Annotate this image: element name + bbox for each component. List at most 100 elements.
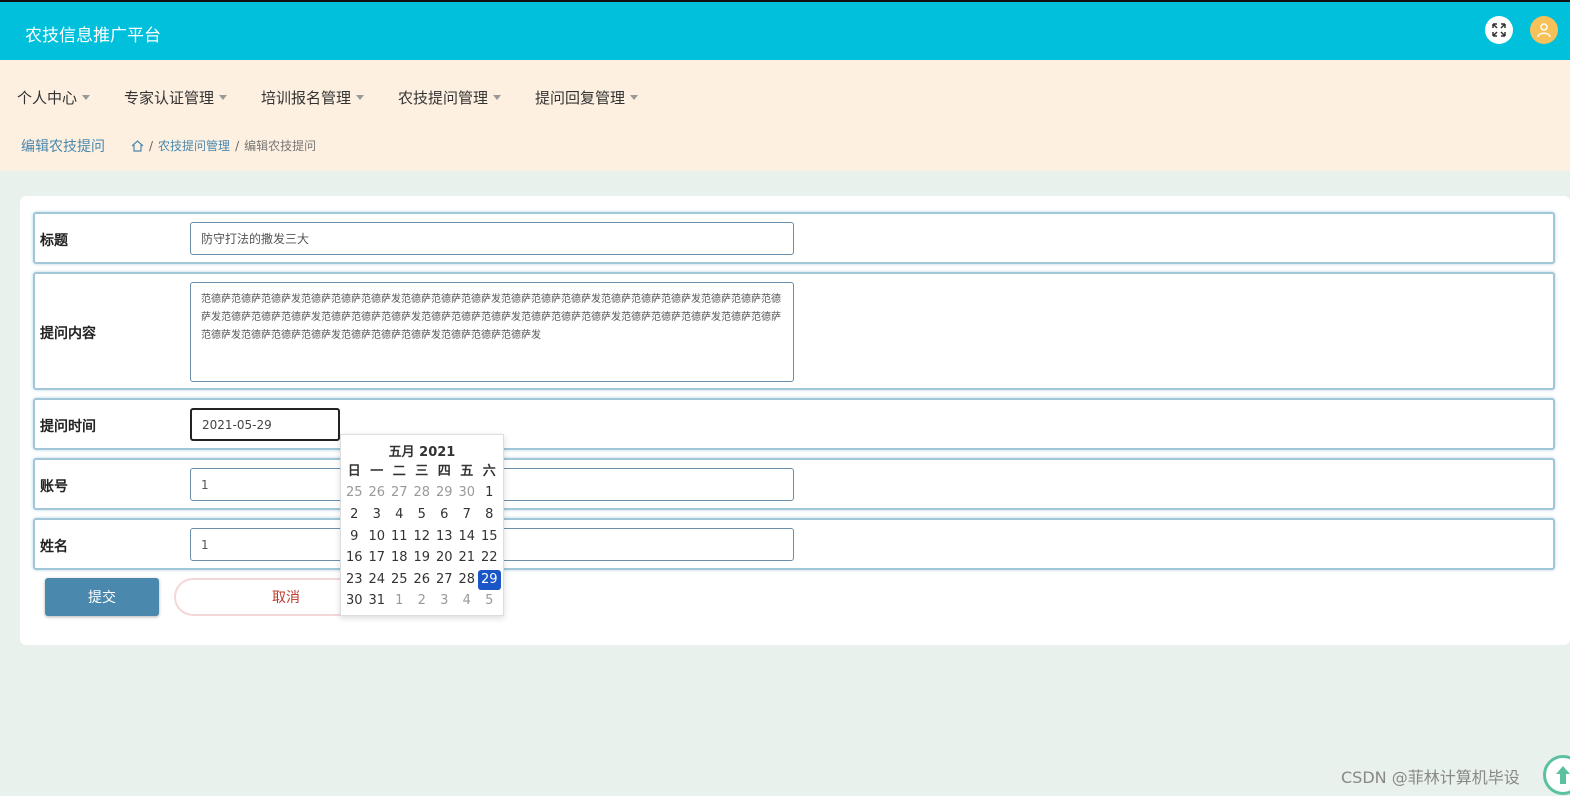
page-title: 编辑农技提问 (21, 139, 105, 155)
datepicker-day[interactable]: 15 (478, 527, 501, 547)
weekday-label: 四 (437, 463, 451, 479)
datepicker-day[interactable]: 22 (478, 548, 501, 568)
datepicker-day[interactable]: 31 (366, 591, 389, 611)
datepicker-day[interactable]: 4 (456, 591, 479, 611)
name-label: 姓名 (40, 539, 68, 555)
fullscreen-icon[interactable] (1485, 16, 1513, 44)
datepicker-day[interactable]: 9 (343, 527, 366, 547)
menu-personal-center[interactable]: 个人中心 (17, 87, 91, 108)
datepicker-day[interactable]: 25 (388, 570, 411, 590)
caret-down-icon (219, 95, 228, 100)
account-label: 账号 (40, 479, 68, 495)
menu-item-label: 农技提问管理 (398, 89, 489, 107)
form-row-content: 提问内容 范德萨范德萨范德萨发范德萨范德萨范德萨发范德萨范德萨范德萨发范德萨范德… (33, 272, 1555, 390)
datepicker-day[interactable]: 14 (456, 527, 479, 547)
datepicker-day[interactable]: 16 (343, 548, 366, 568)
breadcrumb-separator: / (235, 138, 240, 153)
breadcrumb-separator: / (149, 138, 154, 153)
weekday-label: 三 (415, 463, 429, 479)
weekday-label: 二 (392, 463, 406, 479)
datepicker-day-selected[interactable]: 29 (478, 569, 501, 590)
datepicker-day[interactable]: 26 (366, 483, 389, 503)
datepicker-month-header: 五月 2021 (388, 445, 456, 460)
breadcrumb-parent-link[interactable]: 农技提问管理 (158, 137, 230, 154)
menu-item-label: 专家认证管理 (124, 89, 215, 107)
caret-down-icon (630, 95, 639, 100)
time-label: 提问时间 (40, 419, 96, 435)
menu-training-signup[interactable]: 培训报名管理 (261, 87, 365, 108)
breadcrumb-current: 编辑农技提问 (244, 139, 317, 153)
caret-down-icon (493, 95, 502, 100)
content-textarea[interactable]: 范德萨范德萨范德萨发范德萨范德萨范德萨发范德萨范德萨范德萨发范德萨范德萨范德萨发… (190, 282, 794, 382)
datepicker-day[interactable]: 5 (478, 591, 501, 611)
question-time-input[interactable]: 2021-05-29 (190, 408, 340, 441)
datepicker-day[interactable]: 10 (366, 527, 389, 547)
datepicker-day[interactable]: 5 (411, 505, 434, 525)
datepicker-day[interactable]: 27 (388, 483, 411, 503)
datepicker-day[interactable]: 13 (433, 527, 456, 547)
form-row-name: 姓名 1 (33, 518, 1555, 570)
form-row-title: 标题 防守打法的撒发三大 (33, 212, 1555, 264)
user-icon (1537, 23, 1551, 38)
datepicker-day[interactable]: 21 (456, 548, 479, 568)
title-input[interactable]: 防守打法的撒发三大 (190, 222, 794, 255)
menu-reply-mgmt[interactable]: 提问回复管理 (535, 87, 639, 108)
weekday-label: 一 (370, 463, 384, 479)
datepicker-popup: 五月 2021 日一二三四五六 25 26 27 28 29 30 1 2 3 4 5 6 7 8 9 10 11… (340, 434, 504, 616)
app-title: 农技信息推广平台 (25, 26, 161, 46)
datepicker-day[interactable]: 20 (433, 548, 456, 568)
datepicker-day[interactable]: 3 (433, 591, 456, 611)
datepicker-day[interactable]: 24 (366, 570, 389, 590)
datepicker-day[interactable]: 19 (411, 548, 434, 568)
menu-expert-cert[interactable]: 专家认证管理 (124, 87, 228, 108)
nav-menu: 个人中心 专家认证管理 培训报名管理 农技提问管理 提问回复管理 (0, 60, 1570, 116)
datepicker-day[interactable]: 1 (478, 483, 501, 503)
datepicker-day[interactable]: 8 (478, 505, 501, 525)
datepicker-day[interactable]: 28 (456, 570, 479, 590)
datepicker-day[interactable]: 18 (388, 548, 411, 568)
datepicker-day[interactable]: 7 (456, 505, 479, 525)
datepicker-week-row: 2345678 (343, 504, 501, 526)
datepicker-day[interactable]: 4 (388, 505, 411, 525)
datepicker-day[interactable]: 2 (411, 591, 434, 611)
datepicker-day[interactable]: 12 (411, 527, 434, 547)
user-avatar-icon[interactable] (1530, 16, 1558, 44)
caret-down-icon (356, 95, 365, 100)
datepicker-day[interactable]: 2 (343, 505, 366, 525)
weekday-label: 五 (460, 463, 474, 479)
datepicker-day[interactable]: 27 (433, 570, 456, 590)
form-row-time: 提问时间 2021-05-29 (33, 398, 1555, 450)
fullscreen-icon-glyph (1492, 23, 1506, 37)
datepicker-day[interactable]: 3 (366, 505, 389, 525)
menu-item-label: 个人中心 (17, 89, 78, 107)
datepicker-day[interactable]: 23 (343, 570, 366, 590)
datepicker-day[interactable]: 29 (433, 483, 456, 503)
submit-button[interactable]: 提交 (45, 578, 159, 616)
datepicker-day[interactable]: 28 (411, 483, 434, 503)
datepicker-day[interactable]: 30 (456, 483, 479, 503)
arrow-up-glyph (1556, 766, 1570, 784)
weekday-label: 六 (482, 463, 496, 479)
datepicker-day[interactable]: 25 (343, 483, 366, 503)
arrow-up-icon[interactable] (1543, 755, 1570, 795)
caret-down-icon (82, 95, 91, 100)
datepicker-day[interactable]: 26 (411, 570, 434, 590)
home-icon[interactable] (131, 139, 144, 152)
datepicker-day[interactable]: 17 (366, 548, 389, 568)
form-row-account: 账号 1 (33, 458, 1555, 510)
watermark: CSDN @菲林计算机毕设 (1341, 768, 1520, 787)
datepicker-week-row: 30 31 1 2 3 4 5 (343, 591, 501, 613)
content-label: 提问内容 (40, 326, 96, 342)
menu-question-mgmt[interactable]: 农技提问管理 (398, 87, 502, 108)
datepicker-day[interactable]: 11 (388, 527, 411, 547)
datepicker-day[interactable]: 6 (433, 505, 456, 525)
datepicker-grid: 日一二三四五六 25 26 27 28 29 30 1 2 3 4 5 6 7 8 9 10 11 12 13 14 15… (343, 461, 501, 612)
title-label: 标题 (40, 233, 68, 249)
datepicker-week-row: 23 24 25 26 27 28 29 (343, 569, 501, 591)
breadcrumb-bar: 编辑农技提问 / 农技提问管理 / 编辑农技提问 (0, 116, 1570, 171)
top-bar: 农技信息推广平台 (0, 0, 1570, 60)
weekday-label: 日 (347, 463, 361, 479)
datepicker-day[interactable]: 30 (343, 591, 366, 611)
datepicker-day[interactable]: 1 (388, 591, 411, 611)
breadcrumb: / 农技提问管理 / 编辑农技提问 (131, 137, 316, 154)
